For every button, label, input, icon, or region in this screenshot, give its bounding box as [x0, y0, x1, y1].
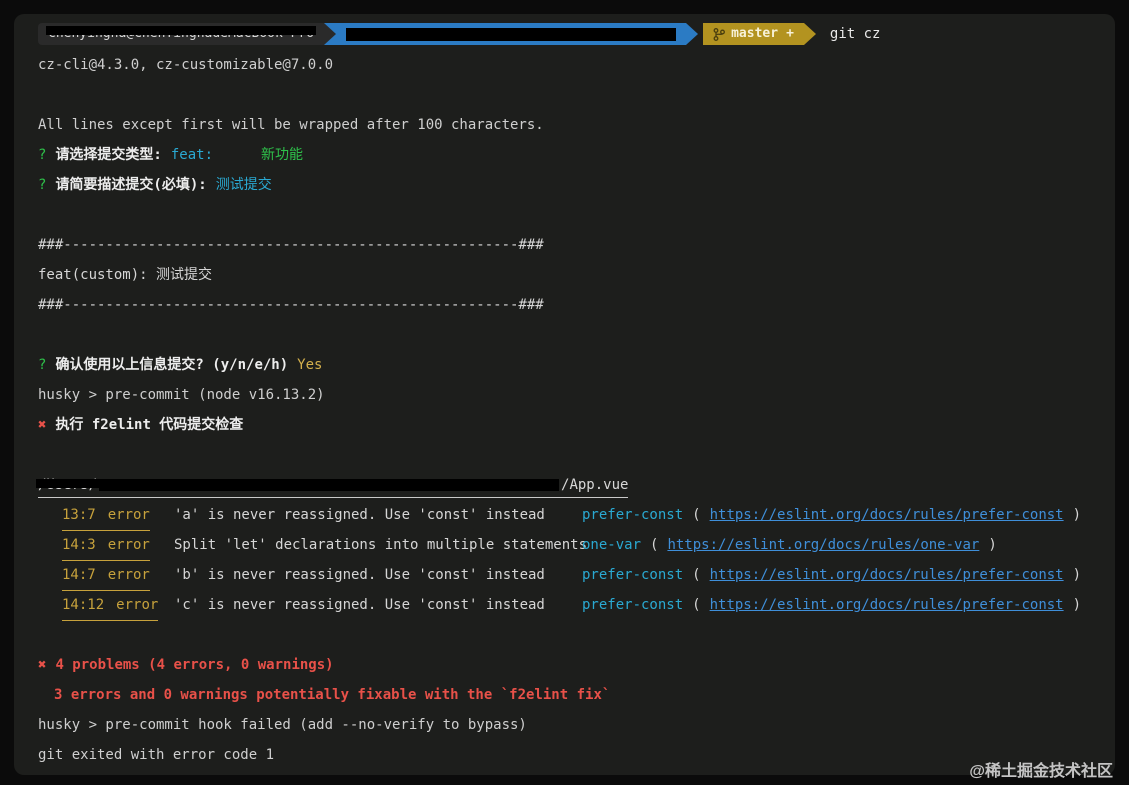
divider-line: ###-------------------------------------… [38, 297, 544, 313]
eslint-error-row: 14:3 error Split 'let' declarations into … [38, 530, 1115, 561]
paren: ) [1072, 597, 1082, 613]
question-confirm-line: ? 确认使用以上信息提交? (y/n/e/h) Yes [38, 350, 1115, 380]
watermark: @稀土掘金技术社区 [969, 763, 1113, 780]
lint-check-label: 执行 f2elint 代码提交检查 [55, 417, 244, 433]
powerline-arrow-icon [803, 23, 816, 45]
prompt-git-segment: master + [703, 23, 804, 45]
question-confirm-answer: Yes [297, 357, 323, 373]
branch-dirty-flag: + [786, 26, 794, 41]
version-line: cz-cli@4.3.0, cz-customizable@7.0.0 [38, 57, 334, 73]
question-mark: ? [38, 357, 47, 373]
error-position: 14:7 error [62, 560, 150, 591]
lint-check-line: ✖ 执行 f2elint 代码提交检查 [38, 410, 1115, 440]
git-branch-icon [713, 27, 726, 41]
prompt-directory-segment [336, 23, 687, 45]
file-path-prefix: /Users/ [35, 472, 100, 498]
problems-summary: 4 problems (4 errors, 0 warnings) [55, 657, 334, 673]
eslint-error-row: 14:12 error 'c' is never reassigned. Use … [38, 590, 1115, 621]
file-path-line: /Users/ /App.vue [35, 470, 1115, 500]
error-rule: prefer-const [582, 507, 684, 523]
paren: ) [1072, 507, 1082, 523]
eslint-rule-link[interactable]: https://eslint.org/docs/rules/prefer-con… [710, 560, 1064, 590]
commit-message-line: feat(custom): 测试提交 [38, 267, 213, 283]
cross-mark-icon: ✖ [38, 417, 47, 433]
exit-code-line: git exited with error code 1 [38, 747, 275, 763]
fixable-note-line: 3 errors and 0 warnings potentially fixa… [38, 680, 1115, 710]
paren: ( [650, 537, 659, 553]
question-type-desc: 新功能 [261, 147, 304, 163]
error-message: 'b' is never reassigned. Use 'const' ins… [174, 567, 545, 583]
eslint-error-row: 14:7 error 'b' is never reassigned. Use '… [38, 560, 1115, 591]
prompt-user-host-segment: chenyingha@ChenYinghadeMacBook-Pro [38, 23, 325, 45]
eslint-error-row: 13:7 error 'a' is never reassigned. Use '… [38, 500, 1115, 531]
powerline-arrow-icon [686, 23, 699, 45]
wrap-notice-line: All lines except first will be wrapped a… [38, 117, 544, 133]
terminal-window: chenyingha@ChenYinghadeMacBook-Pro maste… [14, 14, 1115, 775]
hook-failed-line: husky > pre-commit hook failed (add --no… [38, 717, 527, 733]
branch-name: master [731, 26, 779, 41]
file-path: /Users/ /App.vue [35, 472, 629, 498]
redacted-directory-path [346, 27, 677, 41]
question-mark: ? [38, 147, 47, 163]
prompt-command: git cz [829, 26, 881, 42]
question-type-value: feat: [170, 147, 214, 163]
eslint-rule-link[interactable]: https://eslint.org/docs/rules/prefer-con… [710, 590, 1064, 620]
question-subject-line: ? 请简要描述提交(必填): 测试提交 [38, 170, 1115, 200]
problems-summary-line: ✖ 4 problems (4 errors, 0 warnings) [38, 650, 1115, 680]
eslint-rule-link[interactable]: https://eslint.org/docs/rules/one-var [667, 530, 979, 560]
question-type-label: 请选择提交类型: [55, 147, 162, 163]
error-rule: prefer-const [582, 597, 684, 613]
question-mark: ? [38, 177, 47, 193]
error-position: 14:12 error [62, 590, 159, 621]
error-rule: one-var [582, 537, 642, 553]
divider-line: ###-------------------------------------… [38, 237, 544, 253]
cross-mark-icon: ✖ [38, 657, 47, 673]
eslint-rule-link[interactable]: https://eslint.org/docs/rules/prefer-con… [710, 500, 1064, 530]
error-rule: prefer-const [582, 567, 684, 583]
error-position: 14:3 error [62, 530, 150, 561]
file-path-suffix: /App.vue [561, 477, 629, 493]
question-subject-value: 测试提交 [215, 177, 272, 193]
paren: ) [1072, 567, 1082, 583]
paren: ) [988, 537, 997, 553]
paren: ( [692, 507, 701, 523]
paren: ( [692, 567, 701, 583]
prompt-line: chenyingha@ChenYinghadeMacBook-Pro maste… [38, 18, 1115, 50]
error-position: 13:7 error [62, 500, 150, 531]
husky-precommit-line: husky > pre-commit (node v16.13.2) [38, 387, 325, 403]
powerline-arrow-icon [324, 23, 337, 45]
error-message: 'a' is never reassigned. Use 'const' ins… [174, 507, 545, 523]
error-message: 'c' is never reassigned. Use 'const' ins… [174, 597, 545, 613]
question-type-line: ? 请选择提交类型: feat: 新功能 [38, 140, 1115, 170]
redacted-file-path [99, 479, 560, 491]
question-confirm-label: 确认使用以上信息提交? (y/n/e/h) [55, 357, 289, 373]
error-message: Split 'let' declarations into multiple s… [174, 537, 588, 553]
user-host-text: chenyingha@ChenYinghadeMacBook-Pro [45, 19, 317, 49]
paren: ( [692, 597, 701, 613]
question-subject-label: 请简要描述提交(必填): [55, 177, 207, 193]
fixable-note: 3 errors and 0 warnings potentially fixa… [54, 687, 611, 703]
